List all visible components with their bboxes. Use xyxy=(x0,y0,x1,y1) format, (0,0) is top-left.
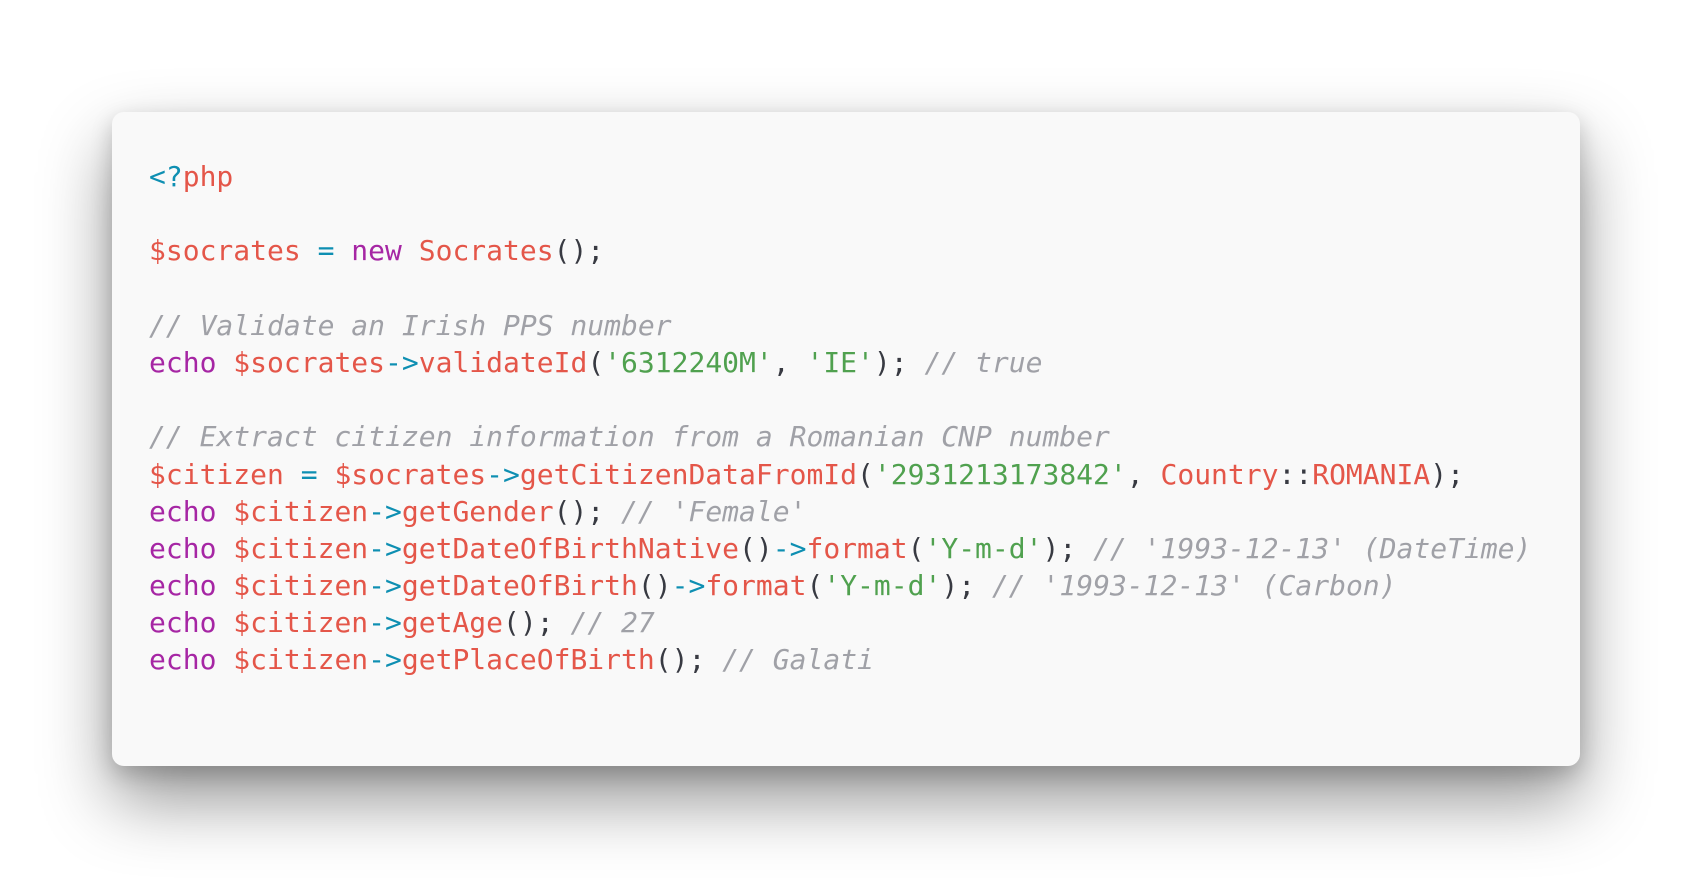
code-lines: <?php $socrates = new Socrates(); // Val… xyxy=(149,158,1580,679)
code-token-punct xyxy=(216,569,233,602)
code-token-punct: (); xyxy=(654,643,723,677)
code-token-punct: ( xyxy=(587,345,605,379)
code-token-op: -> xyxy=(486,457,520,491)
code-token-punct: () xyxy=(739,531,773,565)
code-token-punct xyxy=(284,458,301,491)
code-line: $citizen = $socrates->getCitizenDataFrom… xyxy=(149,456,1580,493)
code-token-comment: // 27 xyxy=(570,606,655,640)
code-token-method: getDateOfBirthNative xyxy=(401,531,740,565)
code-line: // Extract citizen information from a Ro… xyxy=(149,418,1580,455)
code-token-op: -> xyxy=(368,494,402,528)
code-token-keyword: echo xyxy=(149,345,217,379)
code-token-op: -> xyxy=(772,531,807,565)
code-token-punct xyxy=(334,234,351,267)
code-token-var: $socrates xyxy=(334,457,487,491)
code-token-var: $citizen xyxy=(233,643,369,677)
code-token-punct xyxy=(318,458,335,491)
code-token-class: Socrates xyxy=(418,234,554,268)
code-snippet-window: <?php $socrates = new Socrates(); // Val… xyxy=(112,112,1580,766)
code-token-method: format xyxy=(806,531,908,565)
code-token-method: format xyxy=(705,569,807,603)
code-token-keyword: new xyxy=(351,234,402,268)
code-token-op: -> xyxy=(368,569,402,603)
code-token-keyword: echo xyxy=(149,494,217,528)
code-token-string: 'IE' xyxy=(806,345,874,379)
code-token-string: 'Y-m-d' xyxy=(924,531,1043,565)
code-token-comment: // Validate an Irish PPS number xyxy=(149,308,672,342)
code-token-class: ROMANIA xyxy=(1312,457,1431,491)
code-token-keyword: echo xyxy=(149,569,217,603)
code-token-keyword: echo xyxy=(149,643,217,677)
code-token-punct: , xyxy=(1126,457,1161,491)
code-token-comment: // '1993-12-13' (Carbon) xyxy=(991,569,1397,603)
code-line: // Validate an Irish PPS number xyxy=(149,307,1580,344)
code-line: echo $socrates->validateId('6312240M', '… xyxy=(149,344,1580,381)
code-token-class: Country xyxy=(1160,457,1279,491)
code-line: echo $citizen->getDateOfBirth()->format(… xyxy=(149,567,1580,604)
code-token-punct: ( xyxy=(806,569,824,603)
code-token-var: $citizen xyxy=(233,606,369,640)
code-token-punct xyxy=(216,643,233,676)
code-token-punct: (); xyxy=(553,494,622,528)
code-line: echo $citizen->getPlaceOfBirth(); // Gal… xyxy=(149,641,1580,678)
code-token-op: -> xyxy=(368,643,402,677)
code-token-punct: ); xyxy=(1042,531,1094,565)
code-token-comment: // 'Female' xyxy=(621,494,807,528)
code-token-comment: // Extract citizen information from a Ro… xyxy=(149,420,1110,454)
code-token-method: getDateOfBirth xyxy=(401,569,638,603)
code-token-comment: // '1993-12-13' (DateTime) xyxy=(1093,531,1532,565)
code-token-op: -> xyxy=(368,606,402,640)
code-token-punct xyxy=(216,532,233,565)
code-token-op: = xyxy=(317,234,335,268)
code-token-punct: (); xyxy=(553,234,605,268)
code-token-comment: // Galati xyxy=(722,643,874,677)
code-token-punct xyxy=(402,234,419,267)
code-token-op: -> xyxy=(385,345,419,379)
code-token-punct: ); xyxy=(873,345,925,379)
code-token-method: getGender xyxy=(401,494,554,528)
code-line: $socrates = new Socrates(); xyxy=(149,232,1580,269)
code-token-var: $citizen xyxy=(233,569,369,603)
code-token-punct xyxy=(301,234,318,267)
code-token-var: $socrates xyxy=(233,345,386,379)
code-line: echo $citizen->getDateOfBirthNative()->f… xyxy=(149,530,1580,567)
code-token-var: $citizen xyxy=(233,494,369,528)
code-token-tag: php xyxy=(182,160,234,193)
code-token-punct xyxy=(216,346,233,379)
code-token-punct: ); xyxy=(941,569,992,603)
code-token-method: getAge xyxy=(401,606,504,640)
code-token-punct: (); xyxy=(503,606,571,640)
code-token-punct xyxy=(216,495,233,528)
code-token-punct: ); xyxy=(1430,457,1464,491)
code-token-string: '2931213173842' xyxy=(873,457,1127,491)
code-token-keyword: echo xyxy=(149,531,217,565)
code-token-method: getCitizenDataFromId xyxy=(519,457,858,491)
code-token-var: $socrates xyxy=(149,234,301,268)
code-line: echo $citizen->getAge(); // 27 xyxy=(149,604,1580,641)
code-token-string: 'Y-m-d' xyxy=(823,569,942,603)
code-token-punct: :: xyxy=(1278,457,1313,491)
code-token-string: '6312240M' xyxy=(604,345,773,379)
code-token-op: -> xyxy=(368,531,402,565)
code-token-punct: ( xyxy=(857,457,874,491)
code-token-punct: ( xyxy=(907,531,925,565)
code-token-op: = xyxy=(300,457,318,491)
code-token-meta: <? xyxy=(149,160,183,193)
code-token-var: $citizen xyxy=(149,457,284,491)
code-token-punct: , xyxy=(772,345,807,379)
code-token-op: -> xyxy=(671,569,706,603)
code-line: <?php xyxy=(149,158,1580,195)
code-token-method: validateId xyxy=(418,345,588,379)
code-block: <?php $socrates = new Socrates(); // Val… xyxy=(149,158,1580,679)
code-token-comment: // true xyxy=(924,345,1043,379)
code-line: echo $citizen->getGender(); // 'Female' xyxy=(149,493,1580,530)
code-token-keyword: echo xyxy=(149,606,217,640)
code-token-punct: () xyxy=(637,569,672,603)
code-token-var: $citizen xyxy=(233,531,369,565)
code-token-punct xyxy=(216,606,233,639)
code-token-method: getPlaceOfBirth xyxy=(401,643,655,677)
